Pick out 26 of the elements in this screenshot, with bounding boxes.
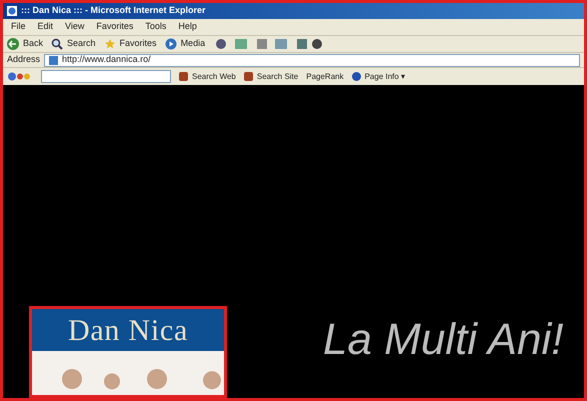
card-title: Dan Nica xyxy=(68,312,188,348)
greeting-text: La Multi Ani! xyxy=(323,314,564,366)
page-icon xyxy=(49,56,58,64)
info-icon xyxy=(352,72,361,81)
menu-item[interactable]: View xyxy=(65,20,84,34)
menu-item[interactable]: File xyxy=(11,20,26,34)
toolbar-button[interactable]: Back xyxy=(7,37,44,51)
address-field[interactable]: http://www.dannica.ro/ xyxy=(44,54,580,66)
search-button[interactable]: Search Web xyxy=(179,70,236,82)
star-icon xyxy=(104,38,116,50)
page-info-button[interactable]: Page Info ▾ xyxy=(352,70,406,82)
toolbar-button[interactable]: Favorites xyxy=(104,37,157,51)
toolbar-button[interactable]: Media xyxy=(164,37,206,51)
back-arrow-icon xyxy=(7,38,19,50)
menu-item[interactable]: Help xyxy=(178,20,197,34)
pagerank-label: PageRank xyxy=(306,70,344,82)
menu-item[interactable]: Edit xyxy=(38,20,54,34)
toolbar-button[interactable]: Search xyxy=(51,37,96,51)
menu-item[interactable]: Tools xyxy=(145,20,166,34)
search-button[interactable]: Search Site xyxy=(244,70,298,82)
search-field[interactable] xyxy=(41,70,171,83)
menu-item[interactable]: Favorites xyxy=(96,20,134,34)
browser-icon xyxy=(7,6,17,16)
window-title: ::: Dan Nica ::: - Microsoft Internet Explorer xyxy=(21,4,206,18)
address-label: Address xyxy=(7,53,40,66)
media-icon xyxy=(164,38,177,50)
